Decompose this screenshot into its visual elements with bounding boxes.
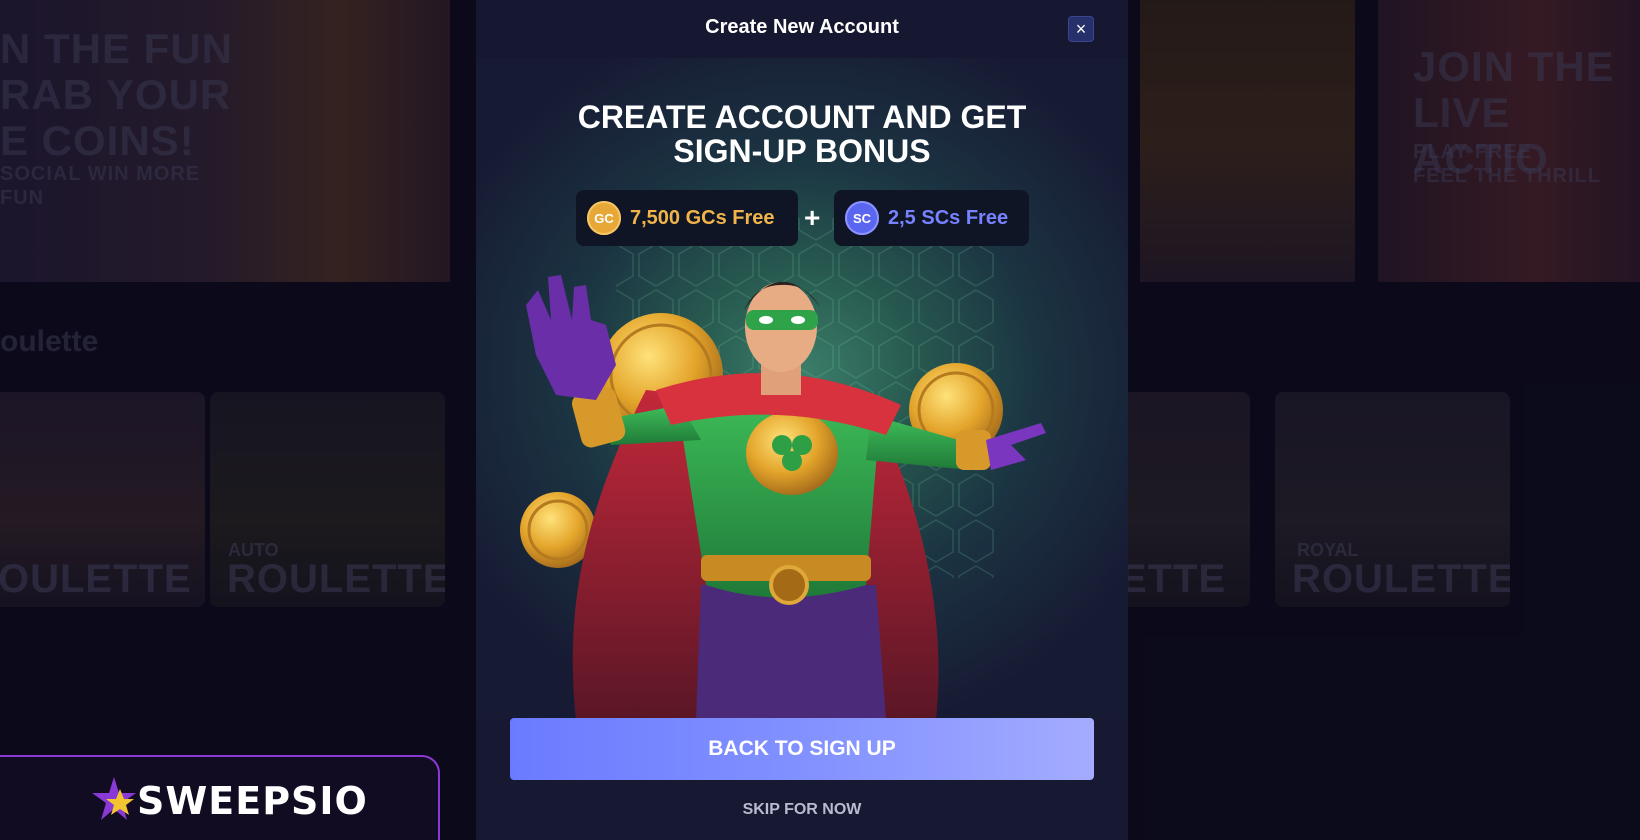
eye-mask [746,310,818,330]
close-icon: × [1075,19,1087,39]
sc-bonus-badge: SC 2,5 SCs Free [834,190,1029,246]
create-account-modal: Create New Account × CREATE ACCOUNT AND … [476,0,1128,840]
back-to-sign-up-button[interactable]: BACK TO SIGN UP [510,718,1094,780]
raised-hand [526,275,616,400]
headline-line: SIGN-UP BONUS [673,133,931,169]
skip-for-now-link[interactable]: SKIP FOR NOW [476,801,1128,819]
logo-text: SWEEPSIO [137,779,368,823]
sweepsio-logo: SWEEPSIO [0,755,440,840]
plus-sign: + [804,202,821,233]
gc-bonus-label: 7,500 GCs Free [630,206,775,229]
star-icon [92,777,136,820]
sc-bonus-label: 2,5 SCs Free [888,206,1009,229]
page: N THE FUN RAB YOUR E COINS! SOCIAL WIN M… [0,0,1640,840]
close-button[interactable]: × [1068,16,1094,42]
modal-title: Create New Account [705,16,899,38]
modal-header: Create New Account × [476,0,1128,58]
gc-coin-icon: GC [587,201,621,235]
gc-bonus-badge: GC 7,500 GCs Free [576,190,798,246]
sc-coin-icon: SC [845,201,879,235]
superhero-illustration [520,275,1046,720]
headline-line: CREATE ACCOUNT AND GET [577,99,1027,135]
bonus-headline: CREATE ACCOUNT AND GET SIGN-UP BONUS [476,100,1128,168]
